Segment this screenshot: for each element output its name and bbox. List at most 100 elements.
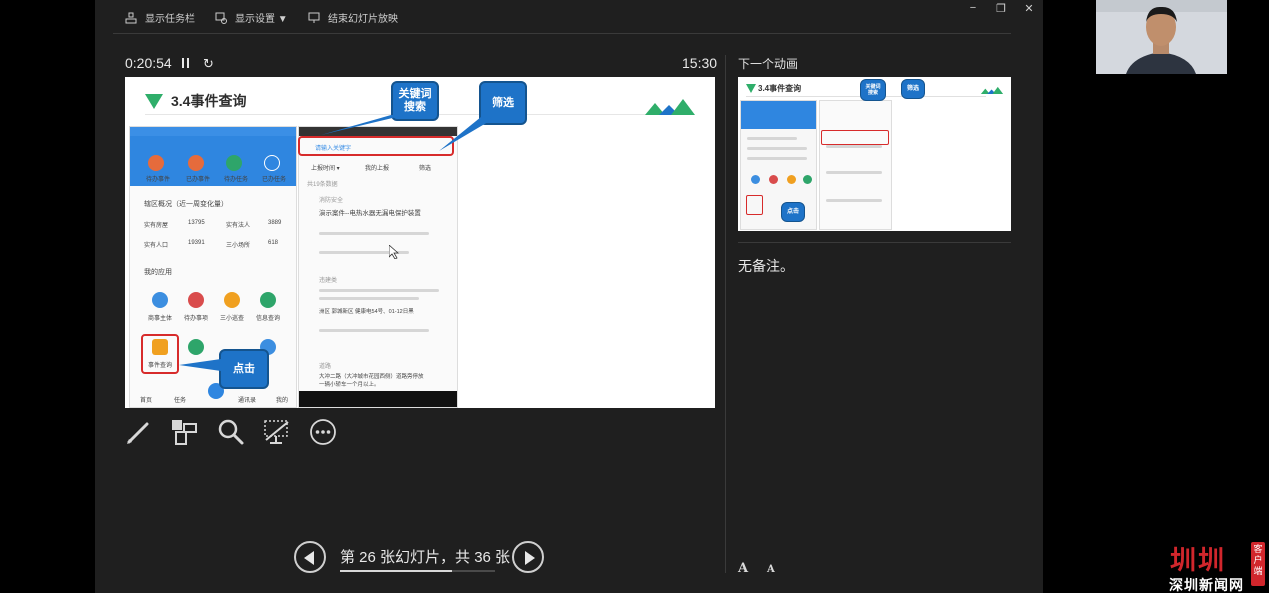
info-query-icon bbox=[260, 292, 276, 308]
preview-line bbox=[747, 157, 807, 160]
top-label-1: 待办事件 bbox=[146, 177, 171, 183]
done-events-icon bbox=[188, 155, 204, 171]
close-button[interactable]: ✕ bbox=[1020, 2, 1038, 15]
mouse-cursor-icon bbox=[389, 245, 399, 259]
pane-divider[interactable] bbox=[725, 55, 726, 573]
restore-button[interactable]: ❐ bbox=[992, 2, 1010, 15]
inspection-icon bbox=[224, 292, 240, 308]
zoom-button[interactable] bbox=[217, 418, 245, 446]
tab-contacts: 通讯录 bbox=[238, 398, 257, 404]
show-taskbar-button[interactable]: 显示任务栏 bbox=[125, 10, 195, 25]
event-query-highlight bbox=[141, 334, 179, 374]
preview-phone-right bbox=[819, 100, 892, 230]
item1-detail bbox=[319, 232, 429, 235]
apps-title: 我的应用 bbox=[144, 269, 172, 276]
previous-slide-button[interactable] bbox=[294, 541, 326, 573]
webcam-feed bbox=[1096, 0, 1227, 74]
item2-text: 洲区 郭城新区 健康电54号、01-12日黑 bbox=[319, 309, 414, 315]
item1-title: 演示案件--电热水器无漏电保护装置 bbox=[319, 210, 421, 217]
black-screen-button[interactable] bbox=[262, 418, 290, 446]
slide-counter: 第 26 张幻灯片，共 36 张 bbox=[340, 549, 511, 566]
mountains-icon bbox=[645, 99, 695, 115]
preview-callout-click: 点击 bbox=[781, 202, 805, 222]
android-nav-bar bbox=[299, 391, 457, 407]
preview-app-icon bbox=[751, 175, 760, 184]
next-slide-preview[interactable]: 3.4事件查询 关键词 搜索 筛选 点击 bbox=[738, 77, 1011, 231]
preview-search-highlight bbox=[821, 130, 889, 145]
tab-home: 首页 bbox=[140, 398, 153, 404]
item2-meta bbox=[319, 329, 429, 332]
pause-icon-bar bbox=[187, 58, 189, 68]
preview-app-icon bbox=[769, 175, 778, 184]
preview-line bbox=[747, 137, 797, 140]
green-triangle-icon bbox=[145, 93, 163, 109]
display-settings-label: 显示设置 ▼ bbox=[235, 14, 288, 25]
stats-title: 辖区概况（近一周变化量） bbox=[144, 201, 228, 208]
stat-entities-label: 实有法人 bbox=[226, 223, 251, 229]
done-tasks-icon bbox=[264, 155, 280, 171]
callout-click-tail bbox=[179, 359, 221, 371]
increase-font-button[interactable]: A bbox=[738, 561, 748, 576]
item3-text: 大冲二路（大冲城市花园西侧）道路旁停放一辆小轿车一个月以上。 bbox=[319, 374, 424, 388]
filter-time: 上报时间 ▾ bbox=[311, 166, 340, 172]
phone-screenshot-search: 请输入关键字 上报时间 ▾ 我的上报 筛选 共19条数据 消防安全 演示案件--… bbox=[298, 126, 458, 408]
app-label-4: 信息查询 bbox=[256, 316, 281, 322]
slide-progress-bar bbox=[340, 570, 495, 572]
zoom-icon bbox=[218, 419, 244, 445]
show-taskbar-label: 显示任务栏 bbox=[145, 14, 195, 25]
more-options-button[interactable] bbox=[309, 418, 337, 446]
preview-app-icon bbox=[803, 175, 812, 184]
pause-timer-button[interactable] bbox=[182, 58, 190, 68]
preview-app-icon bbox=[787, 175, 796, 184]
stat-entities-value: 3889 bbox=[268, 220, 282, 226]
pen-tool-button[interactable] bbox=[125, 418, 153, 446]
business-entity-icon bbox=[152, 292, 168, 308]
end-slideshow-label: 结束幻灯片放映 bbox=[328, 14, 398, 25]
next-slide-button[interactable] bbox=[512, 541, 544, 573]
taskbar-icon bbox=[125, 12, 137, 24]
reset-timer-button[interactable]: ↻ bbox=[203, 56, 214, 72]
display-settings-button[interactable]: 显示设置 ▼ bbox=[215, 10, 288, 25]
end-slideshow-button[interactable]: 结束幻灯片放映 bbox=[308, 10, 398, 25]
preview-mountains-icon bbox=[980, 86, 1004, 94]
logo-main-text: 圳圳 bbox=[1170, 545, 1227, 575]
pen-icon bbox=[127, 422, 149, 444]
preview-callout-filter: 筛选 bbox=[901, 79, 925, 99]
slide-header: 3.4事件查询 bbox=[145, 91, 246, 111]
callout-keyword-tail bbox=[321, 115, 405, 135]
current-slide[interactable]: 3.4事件查询 待办事件 已办事件 待办任务 已办任务 辖区概况（近一周变化量）… bbox=[125, 77, 715, 408]
result-count: 共19条数据 bbox=[307, 182, 338, 188]
slide-title: 3.4事件查询 bbox=[171, 93, 247, 109]
presenter-toolbar: 显示任务栏 显示设置 ▼ 结束幻灯片放映 − ❐ ✕ bbox=[95, 0, 1043, 34]
preview-line bbox=[826, 199, 882, 202]
logo-tag: 客户端 bbox=[1251, 542, 1265, 586]
more-options-icon bbox=[310, 419, 336, 445]
item2-line1 bbox=[319, 289, 439, 292]
logo-sub-text: 深圳新闻网 bbox=[1169, 577, 1244, 593]
decrease-font-button[interactable]: A bbox=[767, 564, 775, 575]
top-label-3: 待办任务 bbox=[224, 177, 249, 183]
pending-tasks-icon bbox=[226, 155, 242, 171]
notes-divider[interactable] bbox=[738, 242, 1011, 243]
callout-filter-tail bbox=[439, 117, 493, 151]
stat-population-value: 19391 bbox=[188, 240, 205, 246]
phone-status-bar bbox=[130, 127, 296, 136]
end-slideshow-icon bbox=[308, 12, 320, 24]
preview-event-highlight bbox=[746, 195, 763, 215]
callout-click: 点击 bbox=[219, 349, 269, 389]
pending-events-icon bbox=[148, 155, 164, 171]
todo-items-icon bbox=[188, 292, 204, 308]
news-watermark-logo: 圳圳 深圳新闻网 客户端 bbox=[1167, 540, 1267, 593]
filter-screen: 筛选 bbox=[419, 166, 432, 172]
item2-line2 bbox=[319, 297, 419, 300]
minimize-button[interactable]: − bbox=[964, 2, 982, 14]
preview-triangle-icon bbox=[746, 84, 756, 93]
tab-mine: 我的 bbox=[276, 398, 289, 404]
see-all-slides-button[interactable] bbox=[170, 418, 198, 446]
app-label-2: 待办事项 bbox=[184, 316, 209, 322]
app-label-3: 三小巡查 bbox=[220, 316, 245, 322]
slide-progress-fill bbox=[340, 570, 452, 572]
app-label-1: 商事主体 bbox=[148, 316, 173, 322]
item2-tag: 违建类 bbox=[319, 278, 338, 284]
see-all-slides-icon bbox=[172, 420, 197, 445]
